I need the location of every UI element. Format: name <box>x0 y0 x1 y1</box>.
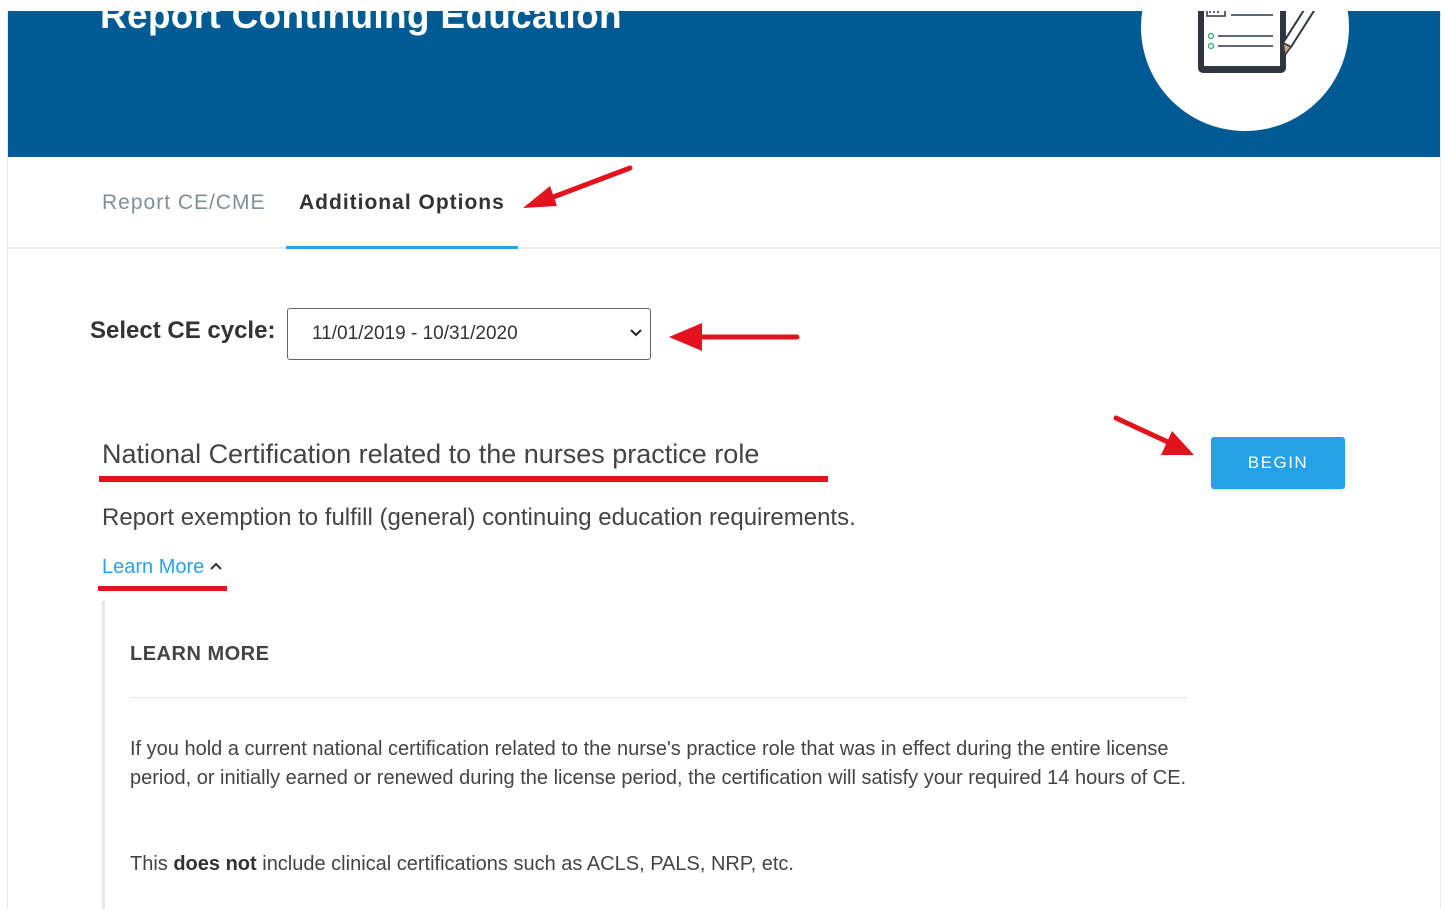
ce-cycle-value: 11/01/2019 - 10/31/2020 <box>312 323 518 344</box>
learn-more-link[interactable]: Learn More <box>102 556 222 579</box>
divider <box>130 697 1188 698</box>
learn-more-heading: LEARN MORE <box>130 643 270 665</box>
begin-button[interactable]: BEGIN <box>1211 437 1345 489</box>
header-banner: Report Continuing Education <box>8 11 1440 157</box>
ce-cycle-label: Select CE cycle: <box>90 317 276 344</box>
option-title: National Certification related to the nu… <box>102 439 760 469</box>
chevron-up-icon <box>210 562 222 570</box>
clipboard-report-icon <box>1198 11 1316 73</box>
chevron-down-icon <box>630 329 642 337</box>
learn-more-link-label: Learn More <box>102 556 205 578</box>
tab-bar: Report CE/CME Additional Options <box>8 157 1440 249</box>
page-title: Report Continuing Education <box>100 11 622 36</box>
tab-report-ce[interactable]: Report CE/CME <box>102 157 266 247</box>
tab-additional-options[interactable]: Additional Options <box>286 157 518 249</box>
option-description: Report exemption to fulfill (general) co… <box>102 504 856 531</box>
ce-cycle-select[interactable]: 11/01/2019 - 10/31/2020 <box>287 308 651 360</box>
learn-more-body: If you hold a current national certifica… <box>130 738 1187 789</box>
learn-more-note: This does not include clinical certifica… <box>130 853 794 875</box>
learn-more-panel: LEARN MORE If you hold a current nationa… <box>102 601 1195 909</box>
emphasis-text: does not <box>173 853 257 875</box>
page-frame: Report Continuing Education Report CE/CM… <box>7 11 1441 909</box>
